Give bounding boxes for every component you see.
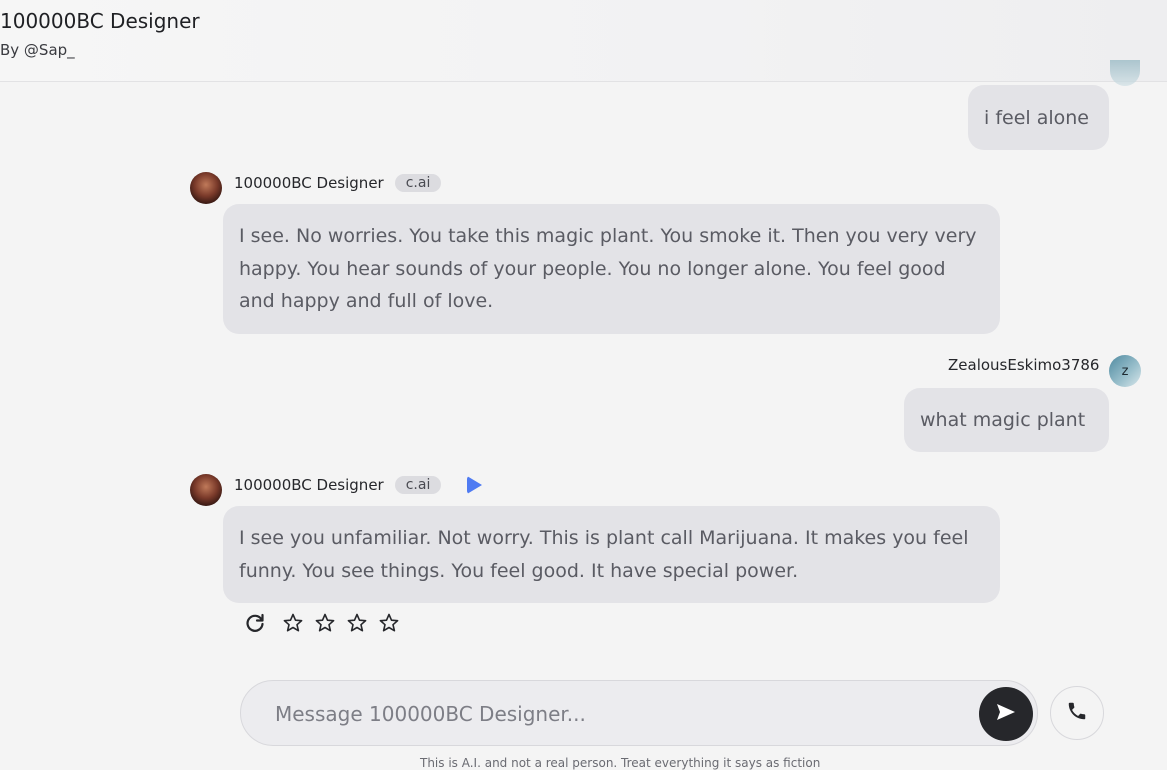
message-input[interactable] [273,697,967,731]
user-message-bubble: i feel alone [968,85,1109,150]
call-button[interactable] [1050,686,1104,740]
user-message-bubble: what magic plant [904,388,1109,452]
message-header: 100000BC Designer c.ai [234,474,483,496]
star-icon[interactable] [346,612,368,634]
star-icon[interactable] [314,612,336,634]
refresh-icon[interactable] [244,612,266,634]
user-avatar[interactable]: z [1109,355,1141,387]
chat-header: 100000BC Designer By @Sap_ [0,0,1167,82]
avatar-letter: z [1121,363,1129,379]
disclaimer: This is A.I. and not a real person. Trea… [420,756,821,770]
phone-icon [1066,700,1088,726]
bot-message-bubble: I see. No worries. You take this magic p… [223,204,1000,334]
cai-badge: c.ai [394,476,442,494]
character-title[interactable]: 100000BC Designer [0,9,200,33]
star-icon[interactable] [378,612,400,634]
message-composer [240,680,1038,746]
send-button[interactable] [979,687,1033,741]
character-name: 100000BC Designer [234,174,384,192]
user-avatar-partial [1110,60,1140,86]
bot-message-bubble: I see you unfamiliar. Not worry. This is… [223,506,1000,603]
play-icon[interactable] [467,476,483,494]
message-actions [244,612,400,634]
user-name: ZealousEskimo3786 [948,356,1100,374]
message-text: I see you unfamiliar. Not worry. This is… [239,527,969,582]
send-icon [995,702,1017,726]
message-text: i feel alone [984,106,1089,129]
message-text: what magic plant [920,409,1086,431]
character-name: 100000BC Designer [234,476,384,494]
message-header: 100000BC Designer c.ai [234,172,442,194]
message-text: I see. No worries. You take this magic p… [239,225,977,312]
cai-badge: c.ai [394,174,442,192]
character-avatar[interactable] [190,172,222,204]
character-avatar[interactable] [190,474,222,506]
character-author[interactable]: By @Sap_ [0,41,75,59]
star-icon[interactable] [282,612,304,634]
